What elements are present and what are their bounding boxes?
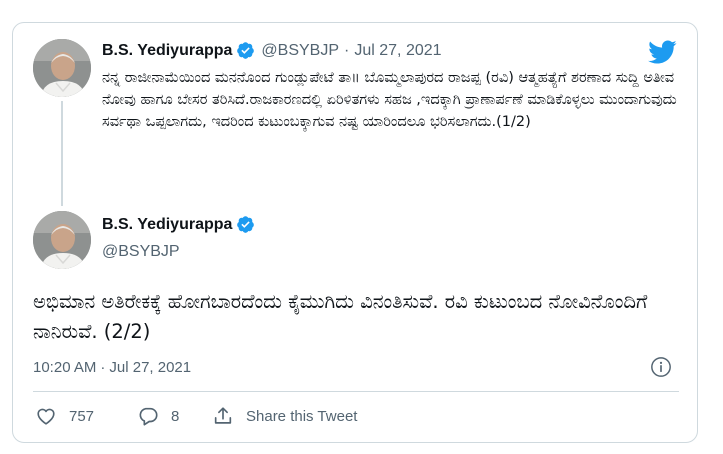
meta-separator: · [344,41,350,59]
author-name[interactable]: B.S. Yediyurappa [102,42,232,60]
share-button[interactable]: Share this Tweet [212,405,357,427]
verified-badge-icon [236,215,255,234]
like-count: 757 [69,407,95,425]
heart-icon [37,408,55,425]
tweet-actions: 757 8 Share this Tweet [35,405,357,427]
share-icon [214,407,232,424]
author-avatar[interactable] [33,39,91,97]
tweet-embed-card: B.S. Yediyurappa @BSYBJP · Jul 27, 2021 ನನ… [12,22,698,443]
thread-connector-line [61,101,63,206]
tweet1-meta: @BSYBJP · Jul 27, 2021 [261,42,441,60]
divider [33,391,679,392]
tweet1-text: ನನ್ನ ರಾಜೀನಾಮೆಯಿಂದ ಮನನೊಂದ ಗುಂಡ್ಲುಪೇಟೆ ತಾ॥… [102,70,677,130]
author-handle[interactable]: @BSYBJP [102,243,180,261]
tweet-time[interactable]: 10:20 AM [33,359,96,376]
author-avatar[interactable] [33,211,91,269]
like-button[interactable]: 757 [35,405,137,427]
reply-button[interactable]: 8 [137,405,212,427]
reply-bubble-icon [139,407,158,426]
meta-separator: · [100,359,106,376]
share-label[interactable]: Share this Tweet [246,408,357,425]
tweet1-date[interactable]: Jul 27, 2021 [354,42,441,59]
tweet2-text: ಅಭಿಮಾನ ಅತಿರೇಕಕ್ಕೆ ಹೋಗಬಾರದೆಂದು ಕೈಮುಗಿದು ವ… [33,290,648,343]
twitter-bird-icon[interactable] [647,39,677,65]
tweet-timestamp[interactable]: 10:20 AM · Jul 27, 2021 [33,359,191,376]
verified-badge-icon [236,41,255,60]
info-icon[interactable] [650,356,672,378]
tweet1-header: B.S. Yediyurappa @BSYBJP · Jul 27, 2021 [102,41,442,60]
reply-count: 8 [171,407,180,425]
tweet-date[interactable]: Jul 27, 2021 [109,359,191,376]
author-handle[interactable]: @BSYBJP [261,42,339,59]
author-name[interactable]: B.S. Yediyurappa [102,216,232,234]
tweet2-header: B.S. Yediyurappa [102,215,255,234]
